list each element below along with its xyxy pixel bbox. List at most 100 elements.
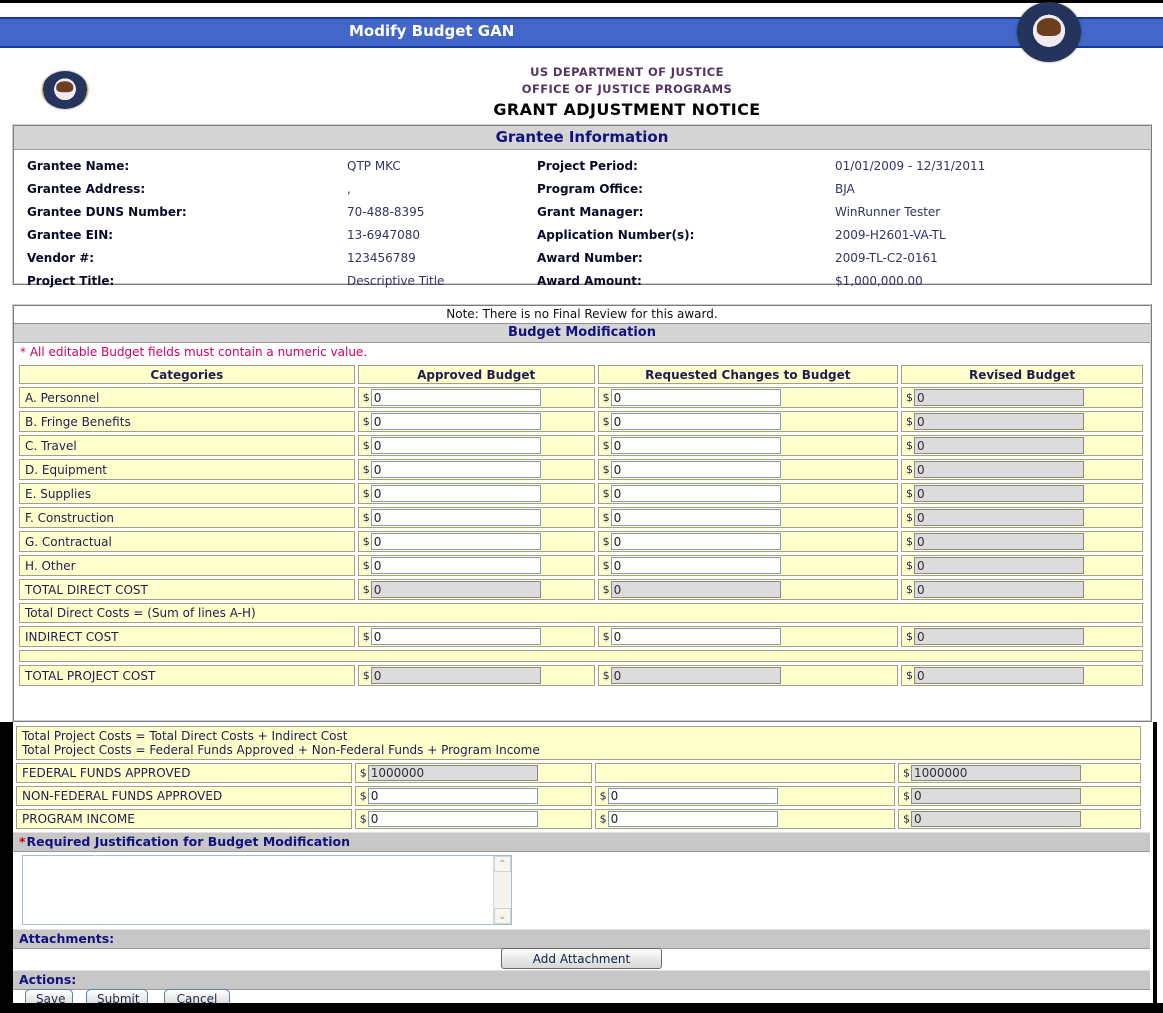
indirect-cost-requested-input[interactable]	[611, 628, 781, 645]
e-supplies-approved-input[interactable]	[371, 485, 541, 502]
scroll-down-icon[interactable]: ⌄	[494, 908, 511, 924]
dollar-sign: $	[906, 559, 913, 572]
dollar-sign: $	[360, 790, 367, 803]
project-period-value: 01/01/2009 - 12/31/2011	[835, 155, 1150, 178]
dollar-sign: $	[600, 790, 607, 803]
h-other-requested-input[interactable]	[611, 557, 781, 574]
dollar-sign: $	[363, 439, 370, 452]
scroll-up-icon[interactable]: ⌃	[494, 856, 511, 872]
category-label-g-contractual: G. Contractual	[19, 531, 355, 552]
textarea-scrollbar[interactable]: ⌃ ⌄	[493, 856, 511, 924]
program-income-revised-input	[911, 811, 1081, 827]
dollar-sign: $	[363, 487, 370, 500]
indirect-cost-requested-cell: $	[598, 626, 898, 647]
grant-manager-value: WinRunner Tester	[835, 201, 1150, 224]
a-personnel-approved-cell: $	[358, 387, 595, 408]
dollar-sign: $	[906, 487, 913, 500]
award-number-value: 2009-TL-C2-0161	[835, 247, 1150, 270]
dollar-sign: $	[363, 630, 370, 643]
dollar-sign: $	[603, 669, 610, 682]
doj-department-line: US DEPARTMENT OF JUSTICE	[92, 64, 1162, 81]
vendor-label: Vendor #:	[27, 247, 347, 270]
a-personnel-requested-cell: $	[598, 387, 898, 408]
dollar-sign: $	[906, 583, 913, 596]
dollar-sign: $	[363, 463, 370, 476]
category-label-b-fringe-benefits: B. Fringe Benefits	[19, 411, 355, 432]
doj-eagle-icon	[1037, 18, 1061, 36]
program-income-requested-cell: $	[595, 809, 895, 829]
f-construction-requested-cell: $	[598, 507, 898, 528]
e-supplies-requested-cell: $	[598, 483, 898, 504]
g-contractual-requested-cell: $	[598, 531, 898, 552]
grantee-name-label: Grantee Name:	[27, 155, 347, 178]
non-federal-funds-approved-revised-input	[911, 788, 1081, 804]
c-travel-requested-input[interactable]	[611, 437, 781, 454]
required-asterisk: *	[19, 834, 26, 849]
d-equipment-approved-input[interactable]	[371, 461, 541, 478]
dollar-sign: $	[603, 559, 610, 572]
dollar-sign: $	[603, 391, 610, 404]
category-label-h-other: H. Other	[19, 555, 355, 576]
program-income-requested-input[interactable]	[608, 811, 778, 827]
category-label-indirect-cost: INDIRECT COST	[19, 626, 355, 647]
h-other-approved-input[interactable]	[371, 557, 541, 574]
g-contractual-revised-input	[914, 533, 1084, 550]
h-other-approved-cell: $	[358, 555, 595, 576]
dollar-sign: $	[363, 391, 370, 404]
total-direct-cost-approved-cell: $	[358, 579, 595, 600]
justification-textarea[interactable]	[23, 856, 493, 924]
grantee-information-grid: Grantee Name:QTP MKCProject Period:01/01…	[14, 150, 1150, 293]
non-federal-funds-approved-approved-input[interactable]	[368, 788, 538, 804]
c-travel-revised-cell: $	[901, 435, 1143, 456]
non-federal-funds-approved-requested-input[interactable]	[608, 788, 778, 804]
grant-manager-label: Grant Manager:	[537, 201, 835, 224]
grantee-address-value: ,	[347, 178, 537, 201]
total-project-cost-approved-input	[371, 667, 541, 684]
b-fringe-benefits-revised-cell: $	[901, 411, 1143, 432]
indirect-cost-revised-input	[914, 628, 1084, 645]
page-title: Modify Budget GAN	[349, 22, 514, 40]
g-contractual-requested-input[interactable]	[611, 533, 781, 550]
budget-table-header-row: CategoriesApproved BudgetRequested Chang…	[19, 365, 1143, 384]
c-travel-requested-cell: $	[598, 435, 898, 456]
g-contractual-approved-cell: $	[358, 531, 595, 552]
total-project-cost-note: Total Project Costs = Total Direct Costs…	[16, 726, 1141, 760]
e-supplies-requested-input[interactable]	[611, 485, 781, 502]
a-personnel-requested-input[interactable]	[611, 389, 781, 406]
total-direct-cost-requested-input	[611, 581, 781, 598]
f-construction-requested-input[interactable]	[611, 509, 781, 526]
dollar-sign: $	[363, 415, 370, 428]
d-equipment-requested-input[interactable]	[611, 461, 781, 478]
attachments-header: Attachments:	[13, 929, 1150, 949]
b-fringe-benefits-approved-input[interactable]	[371, 413, 541, 430]
grantee-ein-value: 13-6947080	[347, 224, 537, 247]
c-travel-approved-input[interactable]	[371, 437, 541, 454]
dollar-sign: $	[603, 583, 610, 596]
budget-table-lower: Total Project Costs = Total Direct Costs…	[13, 723, 1144, 832]
g-contractual-approved-input[interactable]	[371, 533, 541, 550]
justification-textbox: ⌃ ⌄	[22, 855, 512, 925]
budget-instruction: * All editable Budget fields must contai…	[14, 343, 1150, 362]
award-amount-label: Award Amount:	[537, 270, 835, 293]
b-fringe-benefits-requested-input[interactable]	[611, 413, 781, 430]
dollar-sign: $	[906, 415, 913, 428]
grantee-duns-number-label: Grantee DUNS Number:	[27, 201, 347, 224]
dollar-sign: $	[360, 767, 367, 780]
a-personnel-approved-input[interactable]	[371, 389, 541, 406]
total-project-cost-revised-cell: $	[901, 665, 1143, 686]
program-income-approved-input[interactable]	[368, 811, 538, 827]
dollar-sign: $	[906, 535, 913, 548]
program-income-revised-cell: $	[898, 809, 1141, 829]
program-income-approved-cell: $	[355, 809, 592, 829]
category-label-program-income: PROGRAM INCOME	[16, 809, 352, 829]
indirect-cost-approved-input[interactable]	[371, 628, 541, 645]
category-label-d-equipment: D. Equipment	[19, 459, 355, 480]
dollar-sign: $	[903, 767, 910, 780]
justification-label: Required Justification for Budget Modifi…	[27, 834, 350, 849]
f-construction-approved-input[interactable]	[371, 509, 541, 526]
dollar-sign: $	[906, 511, 913, 524]
doj-seal-banner-icon	[1017, 2, 1081, 62]
federal-funds-approved-revised-input	[911, 765, 1081, 781]
project-title-value: Descriptive Title	[347, 270, 537, 293]
add-attachment-button[interactable]: Add Attachment	[501, 948, 662, 969]
